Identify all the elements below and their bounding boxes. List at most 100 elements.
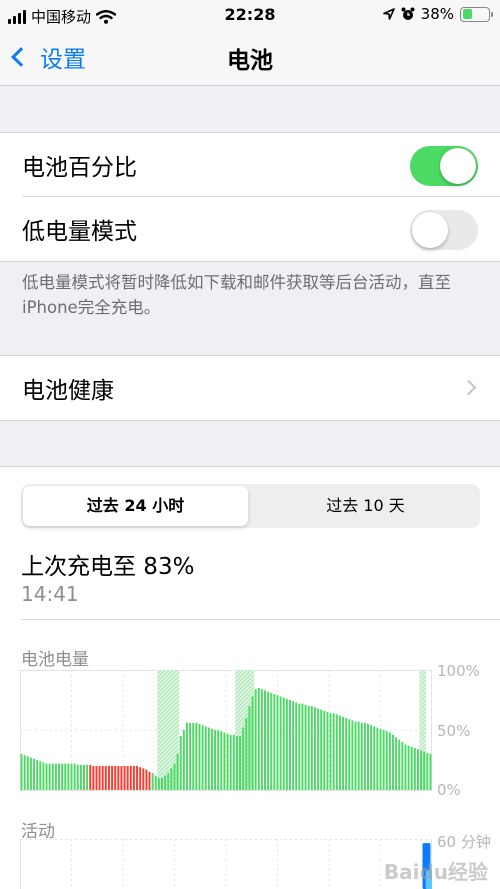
battery-level-bar xyxy=(301,703,304,790)
battery-level-bar xyxy=(351,720,354,790)
battery-level-bar xyxy=(67,763,70,790)
battery-level-bar xyxy=(182,730,185,790)
battery-level-bar xyxy=(189,722,192,790)
battery-level-bar xyxy=(329,713,332,790)
battery-level-bar xyxy=(161,778,163,790)
battery-level-bar xyxy=(235,736,238,790)
battery-level-chart xyxy=(20,670,432,791)
battery-level-bar xyxy=(376,727,379,790)
battery-level-bar xyxy=(73,763,76,790)
battery-level-bar xyxy=(367,724,369,790)
battery-level-bar xyxy=(29,757,32,790)
location-icon xyxy=(382,8,395,20)
battery-level-bar xyxy=(326,712,329,790)
battery-level-bar xyxy=(220,731,223,790)
battery-level-bar xyxy=(176,754,179,790)
battery-level-bar xyxy=(23,755,26,790)
battery-level-bar xyxy=(70,763,73,790)
battery-level-bar xyxy=(363,722,366,790)
battery-percent: 38% xyxy=(420,5,454,23)
battery-level-bar xyxy=(257,688,260,790)
battery-level-bar xyxy=(270,692,273,790)
battery-level-bar xyxy=(120,766,123,790)
battery-level-bar xyxy=(382,730,385,790)
segment-last-10-days[interactable]: 过去 10 天 xyxy=(253,486,478,526)
battery-level-bar xyxy=(145,769,148,790)
battery-level-bar xyxy=(64,763,67,790)
battery-level-bar xyxy=(126,766,129,790)
battery-level-bar xyxy=(323,710,326,790)
last-charge-title: 上次充电至 83% xyxy=(21,554,195,580)
battery-level-bar xyxy=(148,772,151,790)
battery-level-bar xyxy=(98,766,101,790)
battery-health-row[interactable]: 电池健康 xyxy=(0,356,500,420)
battery-level-bar xyxy=(332,713,335,790)
battery-level-bar xyxy=(210,728,213,790)
battery-level-bar xyxy=(379,728,382,790)
battery-level-bar xyxy=(370,725,373,790)
battery-level-bar xyxy=(289,700,291,790)
battery-level-bar xyxy=(36,760,39,790)
battery-level-bar xyxy=(410,746,413,790)
battery-level-bar xyxy=(179,736,182,790)
battery-level-bar xyxy=(426,752,429,790)
toggle-knob xyxy=(412,212,448,248)
battery-level-bar xyxy=(232,734,235,790)
battery-level-bar xyxy=(338,715,341,790)
battery-level-bar xyxy=(92,766,95,790)
battery-level-bar xyxy=(420,750,423,790)
battery-health-label: 电池健康 xyxy=(22,378,114,404)
battery-level-bar xyxy=(242,727,245,790)
battery-level-bar xyxy=(201,725,204,790)
battery-level-bar xyxy=(61,763,64,790)
battery-level-bar xyxy=(83,764,85,790)
battery-level-bar xyxy=(229,734,232,790)
status-bar: 中国移动 22:28 38% xyxy=(0,0,500,30)
battery-level-bar xyxy=(260,689,263,790)
battery-level-bar xyxy=(101,766,104,790)
page-title: 电池 xyxy=(227,48,273,74)
battery-level-bar xyxy=(186,722,188,790)
battery-level-bar xyxy=(157,778,160,790)
battery-level-bar xyxy=(51,763,54,790)
battery-level-bar xyxy=(264,690,266,790)
battery-level-bar xyxy=(357,721,360,790)
low-power-mode-label: 低电量模式 xyxy=(22,219,137,245)
battery-level-bar xyxy=(33,758,36,790)
battery-level-bar xyxy=(360,722,363,790)
battery-level-bar xyxy=(129,766,132,790)
battery-level-bar xyxy=(245,718,248,790)
navigation-bar: 设置 电池 xyxy=(0,30,500,86)
activity-chart xyxy=(20,839,432,889)
low-power-mode-toggle[interactable] xyxy=(410,210,478,250)
activity-tick-60min: 60 分钟 xyxy=(437,833,491,851)
battery-level-bar xyxy=(107,766,110,790)
toggle-knob xyxy=(440,148,476,184)
divider xyxy=(21,619,500,620)
battery-percentage-toggle[interactable] xyxy=(410,146,478,186)
battery-icon xyxy=(460,6,493,22)
battery-level-bar xyxy=(89,764,92,790)
battery-level-bar xyxy=(404,744,407,790)
battery-level-bar xyxy=(342,716,345,790)
battery-level-bar xyxy=(58,763,60,790)
segment-last-24-hours[interactable]: 过去 24 小时 xyxy=(23,486,248,526)
battery-level-bar xyxy=(348,719,351,790)
battery-level-bar xyxy=(20,754,23,790)
battery-level-bar xyxy=(195,722,198,790)
status-right: 38% xyxy=(382,5,493,23)
battery-level-label: 电池电量 xyxy=(21,650,89,670)
battery-level-bar xyxy=(248,706,251,790)
low-power-footnote: 低电量模式将暂时降低如下载和邮件获取等后台活动，直至iPhone完全充电。 xyxy=(22,273,451,317)
battery-level-bar xyxy=(192,722,195,790)
battery-level-bar xyxy=(313,707,316,790)
battery-level-bar xyxy=(282,697,285,790)
battery-level-bar xyxy=(423,751,426,790)
battery-level-bar xyxy=(304,704,307,790)
battery-level-bar xyxy=(310,706,313,790)
battery-level-bar xyxy=(154,775,157,790)
battery-percentage-row: 电池百分比 xyxy=(0,133,500,197)
battery-level-bar xyxy=(335,714,338,790)
battery-level-bar xyxy=(276,695,279,790)
battery-level-bar xyxy=(295,702,298,790)
